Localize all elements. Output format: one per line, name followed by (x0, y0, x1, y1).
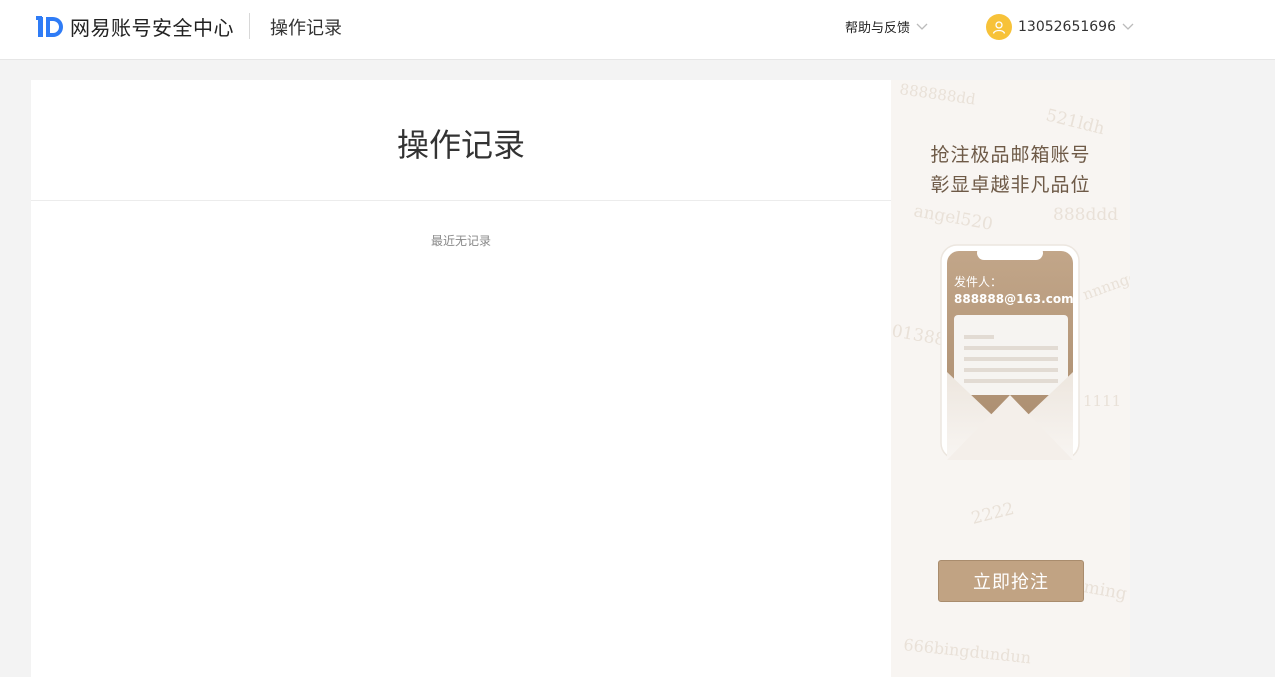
chevron-down-icon (916, 23, 928, 30)
watermark-text: 888ddd (1053, 205, 1118, 225)
top-header: 网易账号安全中心 操作记录 帮助与反馈 13052651696 (0, 0, 1275, 60)
brand-name: 网易账号安全中心 (70, 15, 234, 40)
title-divider (31, 200, 891, 201)
promo-banner[interactable]: 888888dd 521ldh angel520 888ddd nnnngg 0… (891, 80, 1130, 677)
watermark-text: 521ldh (1044, 105, 1107, 139)
brand[interactable]: 网易账号安全中心 (36, 11, 234, 41)
user-menu[interactable]: 13052651696 (986, 14, 1134, 40)
chevron-down-icon (1122, 23, 1134, 30)
empty-state-text: 最近无记录 (430, 234, 491, 248)
watermark-text: nnnngg (1080, 267, 1130, 304)
operation-records-card: 操作记录 最近无记录 (31, 80, 891, 677)
register-now-button[interactable]: 立即抢注 (938, 560, 1084, 602)
watermark-text: 666bingdundun (903, 635, 1032, 667)
promo-headline-1: 抢注极品邮箱账号 (930, 144, 1091, 166)
watermark-text: 1111 (1083, 392, 1121, 410)
sender-label: 发件人： (954, 275, 1003, 289)
sender-email: 888888@163.com (954, 292, 1074, 306)
header-page-name: 操作记录 (270, 18, 342, 39)
help-feedback-menu[interactable]: 帮助与反馈 (845, 17, 928, 36)
help-feedback-label: 帮助与反馈 (845, 21, 911, 36)
header-divider (249, 13, 250, 39)
watermark-text: angel520 (912, 201, 994, 235)
username: 13052651696 (1018, 19, 1116, 35)
watermark-text: 01388 (891, 321, 947, 350)
watermark-text: 2222 (969, 499, 1016, 529)
user-avatar-icon (986, 14, 1012, 40)
watermark-text: 888888dd (898, 80, 977, 109)
page-title: 操作记录 (396, 126, 525, 164)
netease-id-logo-icon (36, 16, 63, 37)
watermark-text: ming (1082, 577, 1128, 604)
promo-headline-2: 彰显卓越非凡品位 (930, 174, 1091, 196)
